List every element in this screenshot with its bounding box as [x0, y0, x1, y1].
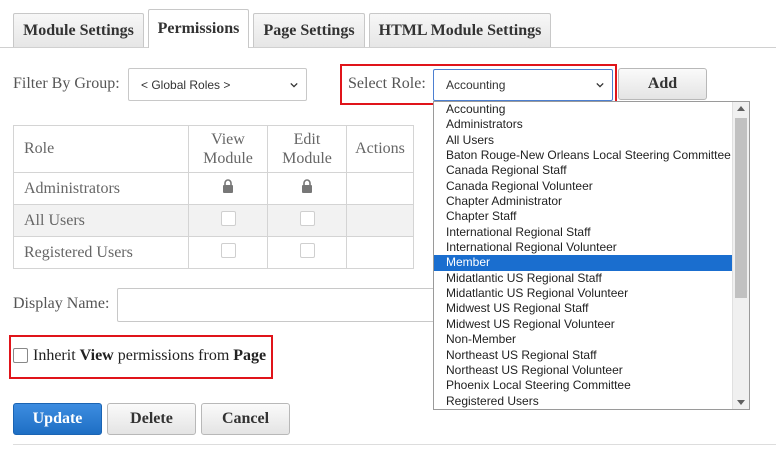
tab-page-settings[interactable]: Page Settings	[253, 13, 365, 47]
filter-group-value: < Global Roles >	[141, 77, 231, 92]
dropdown-option[interactable]: Accounting	[434, 102, 749, 117]
actions-cell	[346, 172, 414, 205]
permissions-table: Role View Module Edit Module Actions Admin…	[13, 125, 414, 269]
dropdown-option[interactable]: Non-Member	[434, 332, 749, 347]
table-row: Administrators	[13, 172, 414, 205]
filter-group-label: Filter By Group:	[13, 75, 120, 92]
dropdown-option[interactable]: Chapter Administrator	[434, 194, 749, 209]
display-name-label: Display Name:	[13, 295, 110, 312]
dropdown-option[interactable]: Canada Regional Staff	[434, 163, 749, 178]
dropdown-option[interactable]: International Regional Volunteer	[434, 240, 749, 255]
chevron-down-icon	[596, 82, 604, 88]
view-permission-cell	[188, 172, 268, 205]
add-role-button[interactable]: Add	[618, 68, 707, 100]
dropdown-option[interactable]: Baton Rouge-New Orleans Local Steering C…	[434, 148, 749, 163]
update-button[interactable]: Update	[13, 403, 102, 435]
dropdown-scrollbar[interactable]	[732, 102, 749, 409]
cancel-button[interactable]: Cancel	[201, 403, 290, 435]
tab-permissions[interactable]: Permissions	[148, 9, 249, 48]
edit-permission-cell	[267, 236, 347, 269]
column-header-actions: Actions	[346, 125, 414, 173]
table-row: Registered Users	[13, 236, 414, 269]
dropdown-option[interactable]: Midatlantic US Regional Volunteer	[434, 286, 749, 301]
edit-permission-checkbox[interactable]	[299, 242, 315, 258]
chevron-down-icon	[290, 82, 298, 88]
dropdown-option[interactable]: Registered Users	[434, 394, 749, 409]
column-header-view-module: View Module	[188, 125, 268, 173]
view-permission-cell	[188, 236, 268, 269]
role-name: Administrators	[13, 172, 189, 205]
footer-divider	[13, 444, 776, 445]
tab-module-settings[interactable]: Module Settings	[13, 13, 144, 47]
dropdown-option[interactable]: Midatlantic US Regional Staff	[434, 271, 749, 286]
dropdown-option[interactable]: Member	[434, 255, 749, 271]
table-header-row: Role View Module Edit Module Actions	[13, 125, 414, 173]
tab-html-module-settings[interactable]: HTML Module Settings	[369, 13, 551, 47]
select-role-label: Select Role:	[348, 75, 426, 92]
role-name: All Users	[13, 204, 189, 237]
view-permission-checkbox[interactable]	[220, 242, 236, 258]
edit-permission-checkbox[interactable]	[299, 210, 315, 226]
dropdown-option[interactable]: International Regional Staff	[434, 225, 749, 240]
dropdown-option[interactable]: Canada Regional Volunteer	[434, 179, 749, 194]
inherit-permissions-checkbox[interactable]	[13, 348, 28, 363]
role-select[interactable]: Accounting	[433, 69, 613, 101]
actions-cell	[346, 204, 414, 237]
lock-icon	[223, 179, 233, 193]
dropdown-option[interactable]: Administrators	[434, 117, 749, 132]
dropdown-option[interactable]: Northeast US Regional Staff	[434, 348, 749, 363]
dropdown-option[interactable]: Chapter Staff	[434, 209, 749, 224]
view-permission-checkbox[interactable]	[220, 210, 236, 226]
dropdown-option[interactable]: Midwest US Regional Volunteer	[434, 317, 749, 332]
dropdown-option[interactable]: All Users	[434, 133, 749, 148]
table-row: All Users	[13, 204, 414, 237]
edit-permission-cell	[267, 172, 347, 205]
dropdown-option[interactable]: Phoenix Local Steering Committee	[434, 378, 749, 393]
tab-bar-divider	[0, 47, 776, 48]
column-header-edit-module: Edit Module	[267, 125, 347, 173]
delete-button[interactable]: Delete	[107, 403, 196, 435]
dropdown-option[interactable]: Northeast US Regional Volunteer	[434, 363, 749, 378]
inherit-permissions-label[interactable]: Inherit View permissions from Page	[33, 347, 266, 365]
column-header-role: Role	[13, 125, 189, 173]
filter-group-select[interactable]: < Global Roles >	[128, 68, 307, 101]
view-permission-cell	[188, 204, 268, 237]
scrollbar-thumb[interactable]	[735, 118, 747, 298]
scroll-up-arrow-icon[interactable]	[737, 105, 745, 111]
dropdown-option[interactable]: Midwest US Regional Staff	[434, 301, 749, 316]
role-options: Accounting Administrators All Users Baton R…	[434, 102, 749, 409]
role-name: Registered Users	[13, 236, 189, 269]
display-name-input[interactable]	[117, 288, 437, 322]
actions-cell	[346, 236, 414, 269]
role-select-value: Accounting	[446, 78, 506, 92]
role-dropdown-list[interactable]: Accounting Administrators All Users Baton R…	[433, 101, 750, 410]
scroll-down-arrow-icon[interactable]	[737, 400, 745, 406]
lock-icon	[302, 179, 312, 193]
edit-permission-cell	[267, 204, 347, 237]
